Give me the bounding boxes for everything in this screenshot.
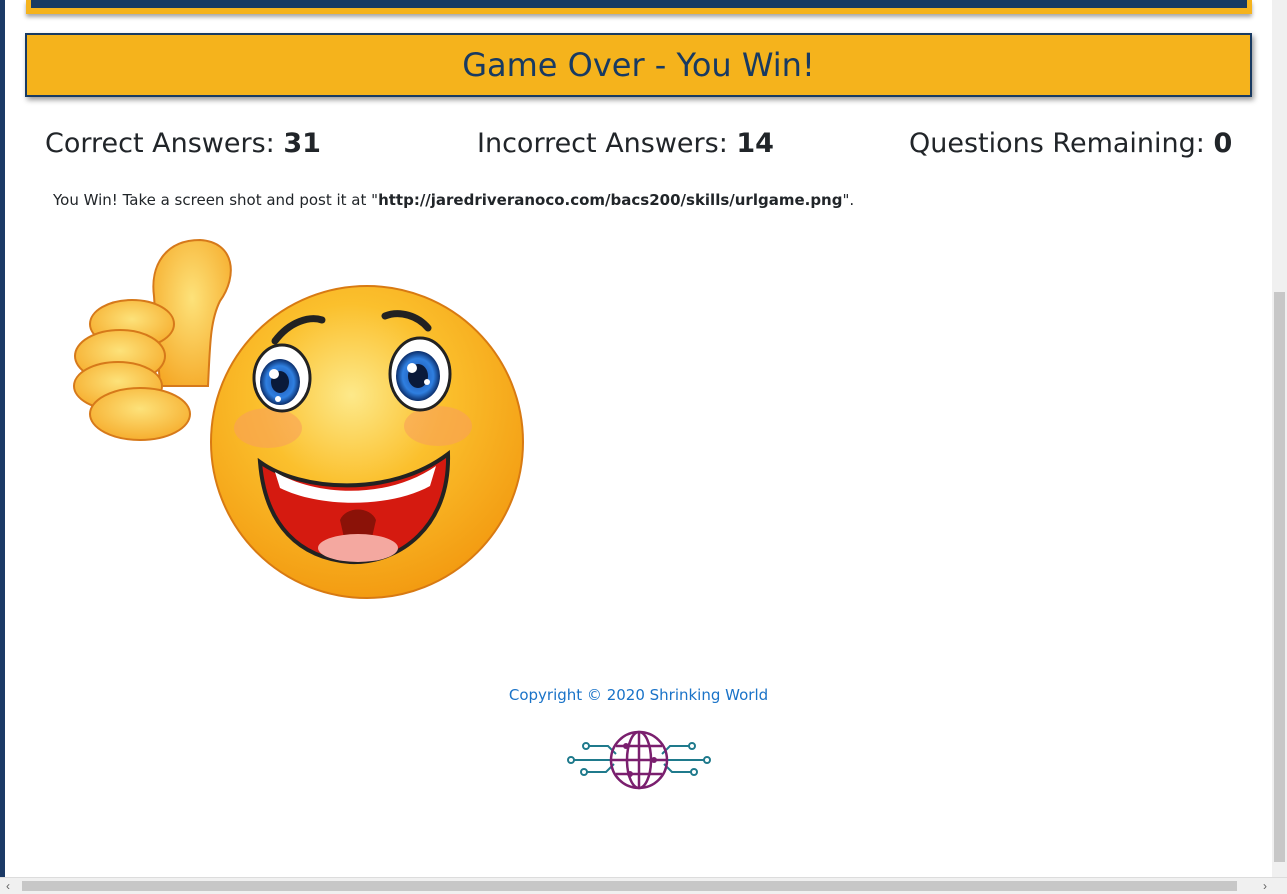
- remaining-label: Questions Remaining:: [909, 128, 1214, 159]
- win-message: You Win! Take a screen shot and post it …: [53, 191, 854, 209]
- horizontal-scroll-thumb[interactable]: [22, 881, 1237, 891]
- thumb-hand: [73, 238, 232, 441]
- incorrect-value: 14: [736, 128, 774, 159]
- footer-copyright[interactable]: Copyright © 2020 Shrinking World: [0, 686, 1277, 704]
- page-title: Game Over - You Win!: [462, 46, 815, 84]
- horizontal-scrollbar[interactable]: ‹ ›: [0, 877, 1287, 894]
- win-message-suffix: ".: [842, 191, 855, 209]
- title-banner: Game Over - You Win!: [25, 33, 1252, 97]
- correct-value: 31: [283, 128, 321, 159]
- remaining-value: 0: [1213, 128, 1233, 159]
- scroll-right-icon[interactable]: ›: [1263, 878, 1267, 894]
- window-left-edge: [0, 0, 5, 880]
- correct-answers-stat: Correct Answers: 31: [45, 128, 321, 159]
- scroll-left-icon[interactable]: ‹: [6, 878, 10, 894]
- top-banner: [26, 0, 1252, 14]
- incorrect-label: Incorrect Answers:: [477, 128, 737, 159]
- vertical-scrollbar[interactable]: [1272, 0, 1287, 878]
- incorrect-answers-stat: Incorrect Answers: 14: [477, 128, 774, 159]
- screenshot-url: http://jaredriveranoco.com/bacs200/skill…: [378, 191, 843, 209]
- globe-circuit-logo: [567, 730, 711, 790]
- win-message-prefix: You Win! Take a screen shot and post it …: [53, 191, 379, 209]
- correct-label: Correct Answers:: [45, 128, 284, 159]
- thumbs-up-smiley-image: [73, 238, 524, 599]
- questions-remaining-stat: Questions Remaining: 0: [909, 128, 1232, 159]
